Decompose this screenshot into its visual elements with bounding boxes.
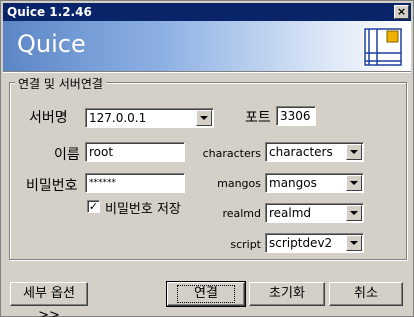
port-field[interactable]: 3306 [276, 106, 316, 126]
chevron-down-icon[interactable] [346, 144, 362, 160]
chevron-down-icon[interactable] [196, 110, 212, 126]
chevron-down-icon[interactable] [346, 235, 362, 251]
password-field[interactable]: ****** [85, 173, 185, 193]
connection-group-legend: 연결 및 서버연결 [15, 75, 106, 92]
script-label: script [230, 238, 261, 251]
connect-button[interactable]: 연결 [166, 281, 246, 307]
reset-button[interactable]: 초기화 [249, 282, 325, 306]
realmd-label: realmd [222, 207, 261, 220]
password-label: 비밀번호 [26, 178, 78, 194]
banner-title: Quice [17, 30, 86, 58]
title-bar: Quice 1.2.46 × [3, 3, 411, 21]
characters-combobox[interactable]: characters [265, 142, 364, 162]
banner: Quice [3, 21, 411, 71]
port-label: 포트 [245, 110, 271, 126]
name-label: 이름 [54, 147, 80, 163]
script-combobox[interactable]: scriptdev2 [265, 233, 364, 253]
characters-label: characters [202, 147, 261, 160]
cancel-button[interactable]: 취소 [329, 282, 403, 306]
banner-divider [3, 71, 411, 73]
close-icon: × [396, 5, 407, 18]
mangos-combobox[interactable]: mangos [265, 173, 364, 193]
chevron-down-icon[interactable] [346, 175, 362, 191]
server-combobox[interactable]: 127.0.0.1 [85, 108, 214, 128]
name-field[interactable]: root [85, 142, 185, 162]
connect-button-label: 연결 [177, 285, 235, 303]
quice-dialog: Quice 1.2.46 × Quice 연결 및 서버연결 서버명 127.0… [0, 0, 414, 317]
characters-value: characters [269, 145, 333, 159]
close-button[interactable]: × [394, 5, 409, 19]
chevron-down-icon[interactable] [346, 205, 362, 221]
details-button[interactable]: 세부 옵션 >> [10, 282, 88, 317]
realmd-combobox[interactable]: realmd [265, 203, 364, 223]
script-value: scriptdev2 [269, 236, 333, 250]
mangos-value: mangos [269, 176, 317, 190]
realmd-value: realmd [269, 206, 312, 220]
mangos-label: mangos [217, 177, 261, 190]
quice-logo-icon [363, 27, 403, 67]
save-password-checkbox[interactable]: ✓ [87, 200, 100, 213]
window-title: Quice 1.2.46 [7, 5, 92, 19]
save-password-label[interactable]: 비밀번호 저장 [105, 198, 181, 217]
server-label: 서버명 [29, 110, 68, 126]
server-value: 127.0.0.1 [89, 111, 147, 125]
